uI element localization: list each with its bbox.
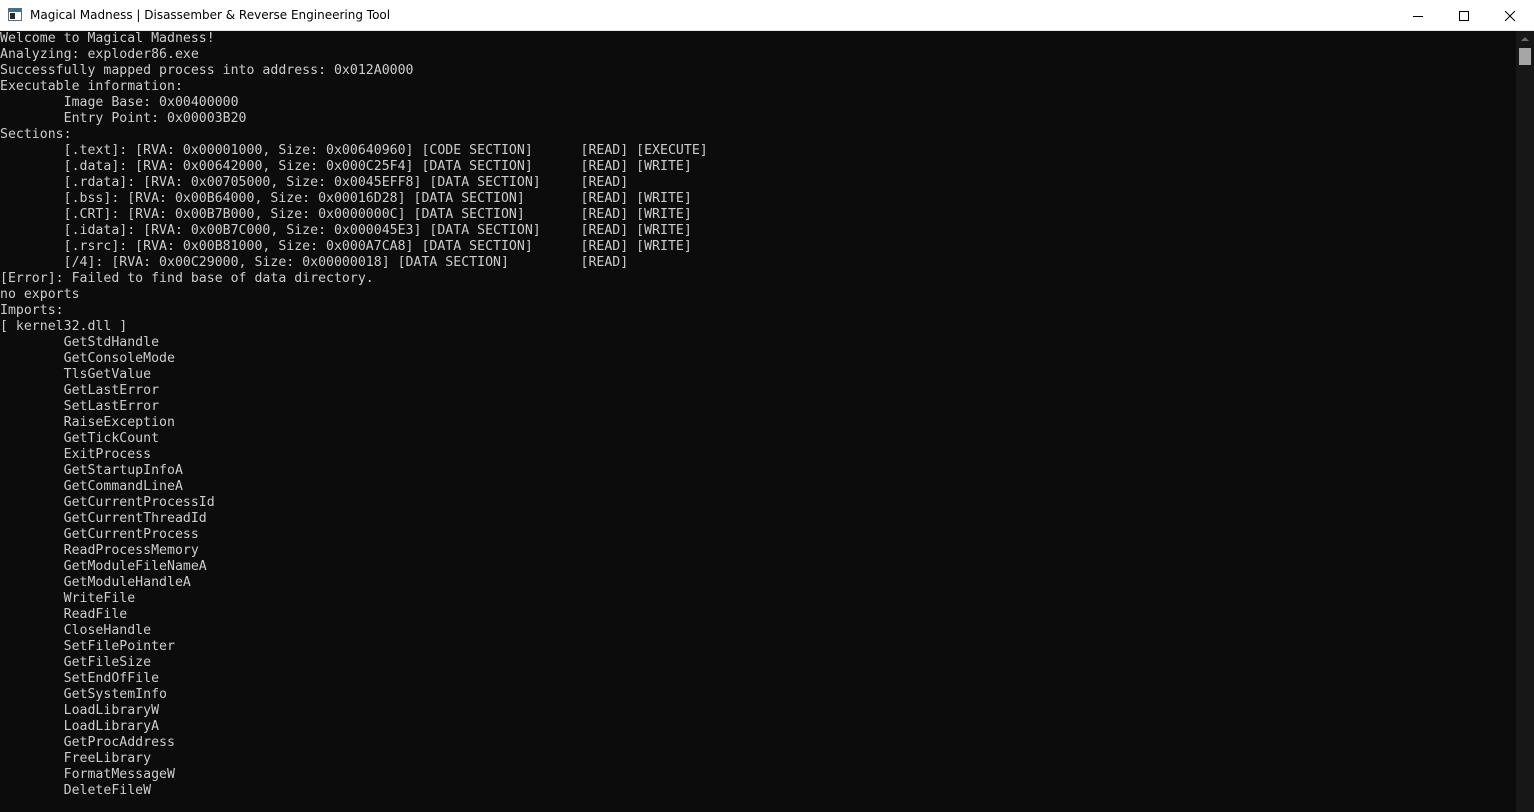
console-line: GetLastError	[0, 383, 160, 398]
console-line: SetEndOfFile	[0, 671, 160, 686]
console-line: LoadLibraryW	[0, 703, 160, 718]
console-line: Successfully mapped process into address…	[0, 63, 414, 78]
maximize-button[interactable]	[1441, 0, 1487, 31]
console-line: CloseHandle	[0, 623, 152, 638]
console-line: ExitProcess	[0, 447, 152, 462]
console-line: FreeLibrary	[0, 751, 152, 766]
console-line: GetStartupInfoA	[0, 463, 183, 478]
console-line: GetModuleFileNameA	[0, 559, 207, 574]
console-line: GetProcAddress	[0, 735, 175, 750]
minimize-button[interactable]	[1395, 0, 1441, 31]
console-line: Image Base: 0x00400000	[0, 95, 239, 110]
console-line: GetCurrentProcess	[0, 527, 199, 542]
vertical-scrollbar[interactable]	[1516, 31, 1534, 812]
console-line: Welcome to Magical Madness!	[0, 31, 215, 46]
console-line: GetFileSize	[0, 655, 152, 670]
window-title: Magical Madness | Disassember & Reverse …	[30, 8, 391, 22]
console-line: TlsGetValue	[0, 367, 152, 382]
console-line: GetCurrentThreadId	[0, 511, 207, 526]
title-bar[interactable]: Magical Madness | Disassember & Reverse …	[0, 0, 1534, 31]
console-line: [/4]: [RVA: 0x00C29000, Size: 0x00000018…	[0, 255, 629, 270]
console-line: DeleteFileW	[0, 783, 152, 798]
console-line: FormatMessageW	[0, 767, 175, 782]
console-line: GetCurrentProcessId	[0, 495, 215, 510]
console-line: LoadLibraryA	[0, 719, 160, 734]
console-line: GetModuleHandleA	[0, 575, 191, 590]
console-line: Imports:	[0, 303, 64, 318]
console-line: Executable information:	[0, 79, 183, 94]
console-line: [.bss]: [RVA: 0x00B64000, Size: 0x00016D…	[0, 191, 692, 206]
close-icon	[1504, 10, 1516, 22]
console-line: ReadFile	[0, 607, 128, 622]
scroll-up-arrow-icon	[1521, 37, 1529, 41]
maximize-icon	[1459, 11, 1469, 21]
console-window-icon[interactable]	[8, 8, 22, 21]
console-line: ReadProcessMemory	[0, 543, 199, 558]
console-line: Sections:	[0, 127, 72, 142]
console-line: [Error]: Failed to find base of data dir…	[0, 271, 374, 286]
console-line: [ kernel32.dll ]	[0, 319, 128, 334]
console-line: GetSystemInfo	[0, 687, 168, 702]
console-line: Analyzing: exploder86.exe	[0, 47, 199, 62]
console-window: Magical Madness | Disassember & Reverse …	[0, 0, 1534, 812]
console-line: SetLastError	[0, 399, 160, 414]
console-line: GetStdHandle	[0, 335, 160, 350]
console-line: [.CRT]: [RVA: 0x00B7B000, Size: 0x000000…	[0, 207, 692, 222]
console-line: GetCommandLineA	[0, 479, 183, 494]
console-line: [.rsrc]: [RVA: 0x00B81000, Size: 0x000A7…	[0, 239, 692, 254]
console-line: WriteFile	[0, 591, 136, 606]
console-line: SetFilePointer	[0, 639, 175, 654]
minimize-icon	[1413, 16, 1423, 17]
close-button[interactable]	[1487, 0, 1533, 31]
console-line: [.data]: [RVA: 0x00642000, Size: 0x000C2…	[0, 159, 692, 174]
console-line: [.rdata]: [RVA: 0x00705000, Size: 0x0045…	[0, 175, 629, 190]
console-line: GetConsoleMode	[0, 351, 175, 366]
console-line: GetTickCount	[0, 431, 160, 446]
scroll-up-button[interactable]	[1516, 31, 1534, 47]
scroll-thumb[interactable]	[1519, 48, 1531, 65]
console-line: no exports	[0, 287, 80, 302]
console-line: RaiseException	[0, 415, 175, 430]
console-line: [.idata]: [RVA: 0x00B7C000, Size: 0x0000…	[0, 223, 692, 238]
console-output[interactable]: Welcome to Magical Madness! Analyzing: ex…	[0, 31, 1516, 812]
console-line: Entry Point: 0x00003B20	[0, 111, 247, 126]
console-line: [.text]: [RVA: 0x00001000, Size: 0x00640…	[0, 143, 708, 158]
